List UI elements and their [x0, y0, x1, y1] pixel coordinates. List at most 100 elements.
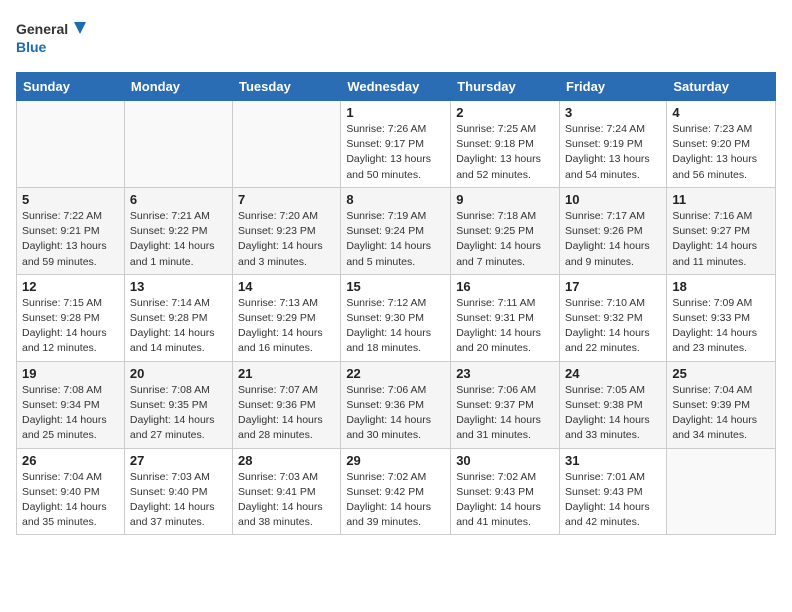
- calendar-cell: 16 Sunrise: 7:11 AM Sunset: 9:31 PM Dayli…: [451, 274, 560, 361]
- day-info: Sunrise: 7:24 AM Sunset: 9:19 PM Dayligh…: [565, 122, 661, 183]
- calendar-cell: 19 Sunrise: 7:08 AM Sunset: 9:34 PM Dayli…: [17, 361, 125, 448]
- day-number: 15: [346, 279, 445, 294]
- calendar-cell: 26 Sunrise: 7:04 AM Sunset: 9:40 PM Dayli…: [17, 448, 125, 535]
- day-number: 22: [346, 366, 445, 381]
- svg-text:General: General: [16, 21, 68, 37]
- calendar-cell: 25Sunrise: 7:04 AM Sunset: 9:39 PM Dayli…: [667, 361, 776, 448]
- calendar-cell: [124, 101, 232, 188]
- day-number: 2: [456, 105, 554, 120]
- calendar-cell: 21 Sunrise: 7:07 AM Sunset: 9:36 PM Dayli…: [233, 361, 341, 448]
- day-info: Sunrise: 7:06 AM Sunset: 9:36 PM Dayligh…: [346, 383, 445, 444]
- day-number: 17: [565, 279, 661, 294]
- calendar-cell: 8 Sunrise: 7:19 AM Sunset: 9:24 PM Daylig…: [341, 187, 451, 274]
- logo-svg: General Blue: [16, 16, 86, 60]
- day-info: Sunrise: 7:07 AM Sunset: 9:36 PM Dayligh…: [238, 383, 335, 444]
- day-info: Sunrise: 7:05 AM Sunset: 9:38 PM Dayligh…: [565, 383, 661, 444]
- day-info: Sunrise: 7:12 AM Sunset: 9:30 PM Dayligh…: [346, 296, 445, 357]
- header: General Blue: [16, 16, 776, 60]
- day-number: 10: [565, 192, 661, 207]
- col-header-wednesday: Wednesday: [341, 73, 451, 101]
- calendar-cell: 1 Sunrise: 7:26 AM Sunset: 9:17 PM Daylig…: [341, 101, 451, 188]
- day-number: 5: [22, 192, 119, 207]
- day-number: 12: [22, 279, 119, 294]
- day-number: 29: [346, 453, 445, 468]
- day-number: 26: [22, 453, 119, 468]
- calendar-cell: 6 Sunrise: 7:21 AM Sunset: 9:22 PM Daylig…: [124, 187, 232, 274]
- col-header-thursday: Thursday: [451, 73, 560, 101]
- day-info: Sunrise: 7:01 AM Sunset: 9:43 PM Dayligh…: [565, 470, 661, 531]
- col-header-monday: Monday: [124, 73, 232, 101]
- day-info: Sunrise: 7:20 AM Sunset: 9:23 PM Dayligh…: [238, 209, 335, 270]
- day-info: Sunrise: 7:21 AM Sunset: 9:22 PM Dayligh…: [130, 209, 227, 270]
- day-info: Sunrise: 7:06 AM Sunset: 9:37 PM Dayligh…: [456, 383, 554, 444]
- calendar-cell: 4 Sunrise: 7:23 AM Sunset: 9:20 PM Daylig…: [667, 101, 776, 188]
- calendar-cell: 22 Sunrise: 7:06 AM Sunset: 9:36 PM Dayli…: [341, 361, 451, 448]
- day-number: 1: [346, 105, 445, 120]
- day-info: Sunrise: 7:16 AM Sunset: 9:27 PM Dayligh…: [672, 209, 770, 270]
- day-info: Sunrise: 7:14 AM Sunset: 9:28 PM Dayligh…: [130, 296, 227, 357]
- day-info: Sunrise: 7:13 AM Sunset: 9:29 PM Dayligh…: [238, 296, 335, 357]
- day-info: Sunrise: 7:19 AM Sunset: 9:24 PM Dayligh…: [346, 209, 445, 270]
- day-info: Sunrise: 7:08 AM Sunset: 9:34 PM Dayligh…: [22, 383, 119, 444]
- calendar-cell: 28Sunrise: 7:03 AM Sunset: 9:41 PM Dayli…: [233, 448, 341, 535]
- day-info: Sunrise: 7:25 AM Sunset: 9:18 PM Dayligh…: [456, 122, 554, 183]
- day-info: Sunrise: 7:08 AM Sunset: 9:35 PM Dayligh…: [130, 383, 227, 444]
- calendar-cell: 5 Sunrise: 7:22 AM Sunset: 9:21 PM Daylig…: [17, 187, 125, 274]
- svg-text:Blue: Blue: [16, 39, 47, 55]
- calendar-cell: 31 Sunrise: 7:01 AM Sunset: 9:43 PM Dayli…: [560, 448, 667, 535]
- day-info: Sunrise: 7:11 AM Sunset: 9:31 PM Dayligh…: [456, 296, 554, 357]
- calendar-cell: 24 Sunrise: 7:05 AM Sunset: 9:38 PM Dayli…: [560, 361, 667, 448]
- calendar-cell: 14Sunrise: 7:13 AM Sunset: 9:29 PM Dayli…: [233, 274, 341, 361]
- calendar-cell: 2 Sunrise: 7:25 AM Sunset: 9:18 PM Daylig…: [451, 101, 560, 188]
- day-info: Sunrise: 7:18 AM Sunset: 9:25 PM Dayligh…: [456, 209, 554, 270]
- calendar-cell: [667, 448, 776, 535]
- calendar-cell: 13 Sunrise: 7:14 AM Sunset: 9:28 PM Dayli…: [124, 274, 232, 361]
- day-info: Sunrise: 7:02 AM Sunset: 9:43 PM Dayligh…: [456, 470, 554, 531]
- calendar-cell: 17 Sunrise: 7:10 AM Sunset: 9:32 PM Dayli…: [560, 274, 667, 361]
- day-number: 8: [346, 192, 445, 207]
- col-header-friday: Friday: [560, 73, 667, 101]
- calendar-cell: 7 Sunrise: 7:20 AM Sunset: 9:23 PM Daylig…: [233, 187, 341, 274]
- day-number: 3: [565, 105, 661, 120]
- col-header-saturday: Saturday: [667, 73, 776, 101]
- day-info: Sunrise: 7:15 AM Sunset: 9:28 PM Dayligh…: [22, 296, 119, 357]
- day-number: 9: [456, 192, 554, 207]
- day-info: Sunrise: 7:09 AM Sunset: 9:33 PM Dayligh…: [672, 296, 770, 357]
- calendar-cell: 9 Sunrise: 7:18 AM Sunset: 9:25 PM Daylig…: [451, 187, 560, 274]
- day-number: 4: [672, 105, 770, 120]
- logo: General Blue: [16, 16, 86, 60]
- day-info: Sunrise: 7:10 AM Sunset: 9:32 PM Dayligh…: [565, 296, 661, 357]
- calendar-cell: 3 Sunrise: 7:24 AM Sunset: 9:19 PM Daylig…: [560, 101, 667, 188]
- calendar-cell: 20 Sunrise: 7:08 AM Sunset: 9:35 PM Dayli…: [124, 361, 232, 448]
- day-number: 16: [456, 279, 554, 294]
- calendar-cell: [233, 101, 341, 188]
- day-info: Sunrise: 7:03 AM Sunset: 9:40 PM Dayligh…: [130, 470, 227, 531]
- day-number: 30: [456, 453, 554, 468]
- calendar-cell: 29 Sunrise: 7:02 AM Sunset: 9:42 PM Dayli…: [341, 448, 451, 535]
- day-number: 7: [238, 192, 335, 207]
- calendar-cell: 18 Sunrise: 7:09 AM Sunset: 9:33 PM Dayli…: [667, 274, 776, 361]
- day-info: Sunrise: 7:26 AM Sunset: 9:17 PM Dayligh…: [346, 122, 445, 183]
- calendar-cell: 15 Sunrise: 7:12 AM Sunset: 9:30 PM Dayli…: [341, 274, 451, 361]
- day-number: 21: [238, 366, 335, 381]
- day-number: 18: [672, 279, 770, 294]
- day-info: Sunrise: 7:22 AM Sunset: 9:21 PM Dayligh…: [22, 209, 119, 270]
- day-number: 24: [565, 366, 661, 381]
- day-number: 11: [672, 192, 770, 207]
- day-number: 13: [130, 279, 227, 294]
- day-number: 20: [130, 366, 227, 381]
- calendar-cell: 23 Sunrise: 7:06 AM Sunset: 9:37 PM Dayli…: [451, 361, 560, 448]
- day-info: Sunrise: 7:04 AM Sunset: 9:40 PM Dayligh…: [22, 470, 119, 531]
- day-info: Sunrise: 7:17 AM Sunset: 9:26 PM Dayligh…: [565, 209, 661, 270]
- day-info: Sunrise: 7:04 AM Sunset: 9:39 PM Dayligh…: [672, 383, 770, 444]
- day-number: 6: [130, 192, 227, 207]
- col-header-sunday: Sunday: [17, 73, 125, 101]
- day-number: 31: [565, 453, 661, 468]
- calendar-cell: [17, 101, 125, 188]
- day-number: 19: [22, 366, 119, 381]
- day-info: Sunrise: 7:02 AM Sunset: 9:42 PM Dayligh…: [346, 470, 445, 531]
- day-info: Sunrise: 7:03 AM Sunset: 9:41 PM Dayligh…: [238, 470, 335, 531]
- day-info: Sunrise: 7:23 AM Sunset: 9:20 PM Dayligh…: [672, 122, 770, 183]
- calendar-cell: 11 Sunrise: 7:16 AM Sunset: 9:27 PM Dayli…: [667, 187, 776, 274]
- day-number: 23: [456, 366, 554, 381]
